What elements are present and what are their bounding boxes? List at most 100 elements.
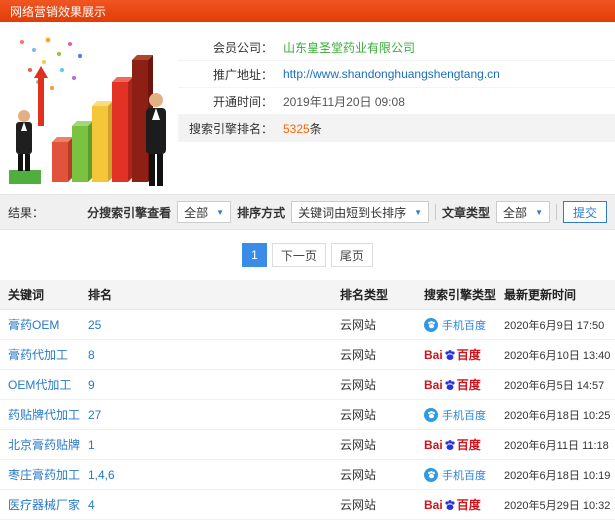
baidu-logo-latin: Bai: [424, 377, 443, 392]
filter-bar: 结果： 分搜索引擎查看 全部 ▼ 排序方式 关键词由短到长排序 ▼ 文章类型 全…: [0, 194, 615, 230]
rank-count-label: 搜索引擎排名：: [188, 121, 273, 136]
header-keyword: 关键词: [0, 280, 80, 310]
header-rank: 排名: [80, 280, 332, 310]
engine-cell: Bai 百度 手机百度: [416, 399, 496, 430]
promotion-url-link[interactable]: http://www.shandonghuangshengtang.cn: [283, 67, 500, 81]
rank-link[interactable]: 27: [88, 408, 101, 422]
update-time-cell: 2020年6月5日 14:57: [496, 369, 615, 400]
info-row-open-time: 开通时间： 2019年11月20日 09:08: [178, 88, 615, 115]
mobile-baidu-label: 手机百度: [442, 409, 486, 422]
mobile-baidu-icon: [424, 467, 438, 482]
rank-type-cell: 云网站: [332, 339, 416, 370]
keyword-link[interactable]: OEM代加工: [8, 378, 71, 392]
table-row: 药贴牌代加工 27 云网站 Bai 百度 手机百度: [0, 399, 615, 430]
keyword-link[interactable]: 膏药代加工: [8, 348, 68, 362]
info-row-rank-count: 搜索引擎排名： 5325条: [178, 115, 615, 142]
marketing-chart-illustration: [0, 22, 178, 194]
baidu-paw-icon: [445, 379, 455, 390]
rank-link[interactable]: 9: [88, 378, 95, 392]
baidu-logo-cn: 百度: [456, 438, 481, 452]
table-header-row: 关键词 排名 排名类型 搜索引擎类型 最新更新时间: [0, 280, 615, 310]
baidu-logo-cn: 百度: [456, 348, 481, 362]
info-section: 会员公司： 山东皇圣堂药业有限公司 推广地址： http://www.shand…: [0, 22, 615, 194]
rank-type-cell: 云网站: [332, 399, 416, 430]
keyword-link[interactable]: 北京膏药贴牌: [8, 438, 80, 452]
submit-button[interactable]: 提交: [562, 201, 607, 223]
company-name-link[interactable]: 山东皇圣堂药业有限公司: [283, 39, 415, 56]
article-type-select[interactable]: 全部 ▼: [496, 201, 550, 223]
company-label: 会员公司：: [212, 40, 273, 55]
member-info: 会员公司： 山东皇圣堂药业有限公司 推广地址： http://www.shand…: [178, 22, 615, 194]
last-page-button[interactable]: 尾页: [330, 243, 373, 267]
rank-link[interactable]: 1: [88, 438, 95, 452]
info-row-url: 推广地址： http://www.shandonghuangshengtang.…: [178, 61, 615, 88]
baidu-logo-latin: Bai: [424, 347, 443, 362]
rank-type-cell: 云网站: [332, 459, 416, 490]
rank-type-cell: 云网站: [332, 369, 416, 400]
info-row-company: 会员公司： 山东皇圣堂药业有限公司: [178, 34, 615, 61]
update-time-cell: 2020年6月18日 10:25: [496, 399, 615, 430]
mobile-baidu-badge: 手机百度: [424, 317, 486, 333]
keyword-link[interactable]: 药贴牌代加工: [8, 408, 80, 422]
baidu-logo: Bai 百度: [424, 346, 481, 363]
chevron-down-icon: ▼: [535, 207, 543, 217]
table-body: 膏药OEM 25 云网站 Bai 百度 手机百度: [0, 309, 615, 520]
rank-type-cell: 云网站: [332, 489, 416, 520]
engine-select[interactable]: 全部 ▼: [177, 201, 232, 223]
keyword-link[interactable]: 枣庄膏药加工: [8, 468, 80, 482]
ranking-table: 关键词 排名 排名类型 搜索引擎类型 最新更新时间 膏药OEM 25 云网站 B…: [0, 280, 615, 520]
chevron-down-icon: ▼: [216, 207, 225, 217]
article-filter-label: 文章类型: [442, 205, 491, 220]
rank-count-suffix: 条: [309, 121, 322, 136]
table-row: 膏药代加工 8 云网站 Bai 百度 手机百度: [0, 339, 615, 370]
table-row: OEM代加工 9 云网站 Bai 百度 手机百度: [0, 369, 615, 400]
baidu-logo: Bai 百度: [424, 496, 481, 513]
engine-cell: Bai 百度 手机百度: [416, 309, 496, 340]
engine-select-value: 全部: [184, 205, 209, 220]
rank-type-cell: 云网站: [332, 429, 416, 460]
sort-filter-label: 排序方式: [237, 205, 286, 220]
keyword-link[interactable]: 膏药OEM: [8, 318, 59, 332]
rank-link[interactable]: 25: [88, 318, 101, 332]
baidu-logo-cn: 百度: [456, 378, 481, 392]
mobile-baidu-icon: [424, 317, 438, 332]
header-engine-type: 搜索引擎类型: [416, 280, 496, 310]
table-row: 枣庄膏药加工 1,4,6 云网站 Bai 百度 手机百度: [0, 459, 615, 490]
titlebar: 网络营销效果展示: [0, 0, 615, 22]
next-page-button[interactable]: 下一页: [271, 243, 326, 267]
rank-link[interactable]: 4: [88, 498, 95, 512]
rank-link[interactable]: 8: [88, 348, 95, 362]
mobile-baidu-label: 手机百度: [442, 319, 486, 332]
engine-cell: Bai 百度 手机百度: [416, 429, 496, 460]
open-time-value: 2019年11月20日 09:08: [283, 94, 405, 109]
mobile-baidu-label: 手机百度: [442, 469, 486, 482]
engine-cell: Bai 百度 手机百度: [416, 339, 496, 370]
engine-filter-label: 分搜索引擎查看: [87, 205, 172, 220]
article-select-value: 全部: [503, 205, 528, 220]
baidu-paw-icon: [445, 499, 455, 510]
pagination: 1 下一页 尾页: [0, 230, 615, 280]
sort-select[interactable]: 关键词由短到长排序 ▼: [291, 201, 430, 223]
baidu-logo: Bai 百度: [424, 376, 481, 393]
baidu-paw-icon: [445, 439, 455, 450]
update-time-cell: 2020年6月10日 13:40: [496, 339, 615, 370]
mobile-baidu-icon: [424, 407, 438, 422]
page-title: 网络营销效果展示: [10, 4, 107, 19]
header-rank-type: 排名类型: [332, 280, 416, 310]
result-label: 结果：: [8, 205, 45, 220]
url-label: 推广地址：: [212, 67, 273, 82]
engine-cell: Bai 百度 手机百度: [416, 369, 496, 400]
update-time-cell: 2020年6月18日 10:19: [496, 459, 615, 490]
update-time-cell: 2020年6月11日 11:18: [496, 429, 615, 460]
divider: [435, 204, 437, 220]
engine-cell: Bai 百度 手机百度: [416, 459, 496, 490]
page-button-current[interactable]: 1: [242, 243, 267, 267]
baidu-paw-icon: [445, 349, 455, 360]
rank-count-value: 5325: [283, 121, 310, 136]
keyword-link[interactable]: 医疗器械厂家: [8, 498, 80, 512]
mobile-baidu-badge: 手机百度: [424, 467, 486, 483]
table-row: 膏药OEM 25 云网站 Bai 百度 手机百度: [0, 309, 615, 340]
rank-link[interactable]: 1,4,6: [88, 468, 115, 482]
sort-select-value: 关键词由短到长排序: [298, 205, 407, 220]
baidu-logo-latin: Bai: [424, 497, 443, 512]
